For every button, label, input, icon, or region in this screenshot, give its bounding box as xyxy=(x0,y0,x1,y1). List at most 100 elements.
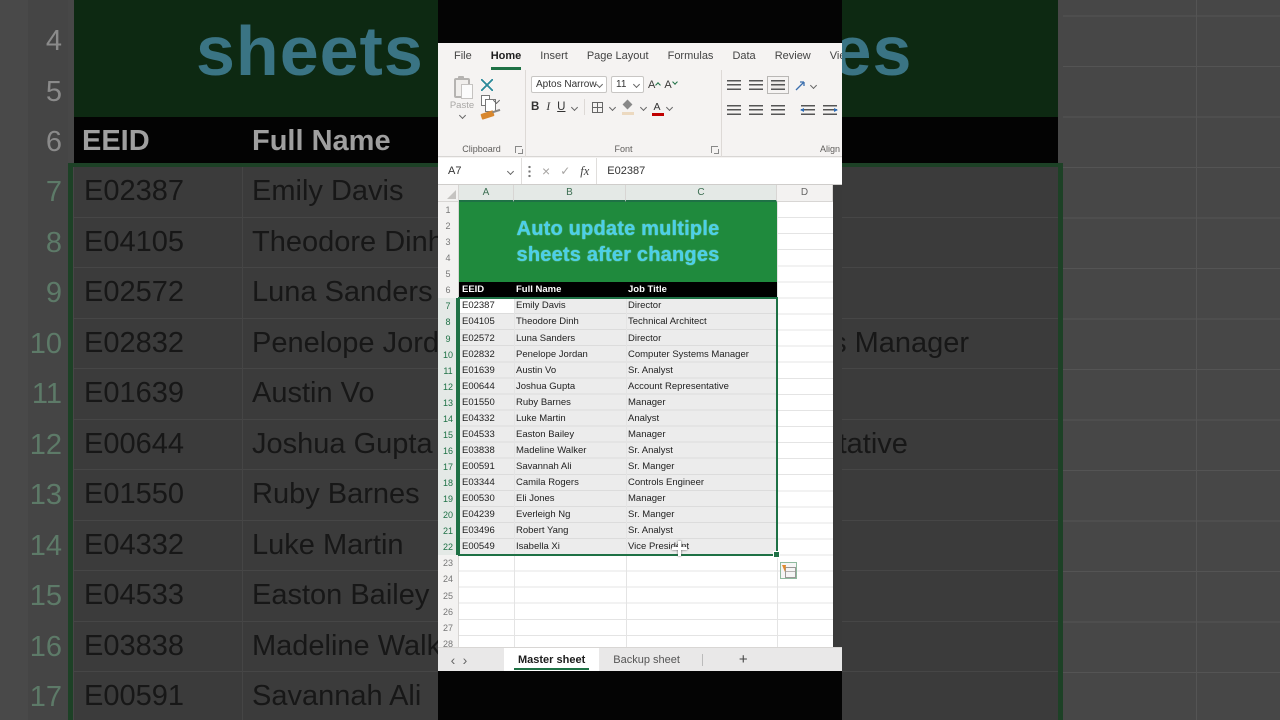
underline-button[interactable]: U xyxy=(557,101,565,113)
font-size-select[interactable]: 11 xyxy=(611,76,644,93)
title-banner-cell[interactable]: Auto update multiple sheets after change… xyxy=(459,202,777,283)
table-row[interactable]: E03496 Robert Yang Sr. Analyst xyxy=(459,523,777,539)
table-header-row[interactable]: EEID Full Name Job Title xyxy=(459,282,777,299)
add-sheet-button[interactable]: + xyxy=(739,651,748,668)
row-number[interactable]: 14 xyxy=(438,410,458,427)
table-row[interactable]: E01639 Austin Vo Sr. Analyst xyxy=(459,363,777,379)
enter-icon[interactable]: ✓ xyxy=(560,164,570,178)
cell-jobtitle[interactable]: Account Representative xyxy=(626,379,777,395)
decrease-indent-button[interactable] xyxy=(800,105,815,115)
column-header-b[interactable]: B xyxy=(514,185,626,202)
row-number[interactable]: 12 xyxy=(438,378,458,395)
cell-eeid[interactable]: E03344 xyxy=(459,475,514,491)
row-number[interactable]: 24 xyxy=(438,571,458,587)
chevron-down-icon[interactable] xyxy=(571,103,579,111)
cut-icon[interactable] xyxy=(481,79,493,91)
column-header-c[interactable]: C xyxy=(626,185,777,202)
row-number[interactable]: 2 xyxy=(438,218,458,234)
format-painter-icon[interactable] xyxy=(480,110,495,120)
name-box[interactable]: A7 xyxy=(438,158,522,184)
cell-fullname[interactable]: Emily Davis xyxy=(514,298,626,314)
row-number[interactable]: 17 xyxy=(438,459,458,476)
row-number[interactable]: 6 xyxy=(438,282,458,298)
insert-function-icon[interactable]: fx xyxy=(580,164,589,179)
orientation-button[interactable] xyxy=(793,79,818,92)
bottom-align-button[interactable] xyxy=(767,76,789,94)
cell-fullname[interactable]: Austin Vo xyxy=(514,363,626,379)
table-row[interactable]: E00530 Eli Jones Manager xyxy=(459,491,777,507)
chevron-down-icon[interactable] xyxy=(609,103,617,111)
chevron-down-icon[interactable] xyxy=(640,103,648,111)
cell-fullname[interactable]: Madeline Walker xyxy=(514,443,626,459)
sheet-tab[interactable]: Backup sheet xyxy=(599,648,694,671)
row-number[interactable]: 7 xyxy=(438,298,458,315)
italic-button[interactable]: I xyxy=(546,101,550,113)
column-header-d[interactable]: D xyxy=(777,185,833,202)
row-number[interactable]: 13 xyxy=(438,394,458,411)
cell-eeid[interactable]: E00644 xyxy=(459,379,514,395)
cell-fullname[interactable]: Luke Martin xyxy=(514,411,626,427)
align-center-button[interactable] xyxy=(749,105,763,115)
row-number[interactable]: 3 xyxy=(438,234,458,250)
cell-fullname[interactable]: Isabella Xi xyxy=(514,539,626,555)
cell-eeid[interactable]: E04105 xyxy=(459,314,514,330)
cell-eeid[interactable]: E01550 xyxy=(459,395,514,411)
ribbon-tab[interactable]: View xyxy=(830,43,842,70)
row-number[interactable]: 28 xyxy=(438,636,458,647)
table-row[interactable]: E00591 Savannah Ali Sr. Manger xyxy=(459,459,777,475)
row-number[interactable]: 4 xyxy=(438,250,458,266)
paste-options-smarttag[interactable] xyxy=(780,562,797,579)
copy-button[interactable] xyxy=(481,95,501,112)
row-number[interactable]: 26 xyxy=(438,604,458,620)
row-number[interactable]: 9 xyxy=(438,330,458,347)
table-row[interactable]: E04533 Easton Bailey Manager xyxy=(459,427,777,443)
cell-jobtitle[interactable]: Sr. Manger xyxy=(626,459,777,475)
row-number[interactable]: 8 xyxy=(438,314,458,331)
cell-jobtitle[interactable]: Sr. Analyst xyxy=(626,363,777,379)
row-number[interactable]: 23 xyxy=(438,555,458,571)
table-row[interactable]: E04332 Luke Martin Analyst xyxy=(459,411,777,427)
cell-fullname[interactable]: Theodore Dinh xyxy=(514,314,626,330)
row-number[interactable]: 25 xyxy=(438,588,458,604)
row-number[interactable]: 1 xyxy=(438,202,458,218)
cell-jobtitle[interactable]: Sr. Analyst xyxy=(626,523,777,539)
table-row[interactable]: E02832 Penelope Jordan Computer Systems … xyxy=(459,347,777,363)
cells-area[interactable]: Auto update multiple sheets after change… xyxy=(458,202,833,647)
ribbon-tab[interactable]: Data xyxy=(732,43,755,70)
cell-jobtitle[interactable]: Sr. Analyst xyxy=(626,443,777,459)
cell-jobtitle[interactable]: Computer Systems Manager xyxy=(626,347,777,363)
table-row[interactable]: E00644 Joshua Gupta Account Representati… xyxy=(459,379,777,395)
row-number[interactable]: 27 xyxy=(438,620,458,636)
cell-jobtitle[interactable]: Manager xyxy=(626,395,777,411)
table-row[interactable]: E02387 Emily Davis Director xyxy=(459,298,777,314)
ribbon-tab[interactable]: Formulas xyxy=(668,43,714,70)
cell-fullname[interactable]: Ruby Barnes xyxy=(514,395,626,411)
cell-jobtitle[interactable]: Vice President xyxy=(626,539,777,555)
ribbon-tab[interactable]: Page Layout xyxy=(587,43,649,70)
top-align-button[interactable] xyxy=(727,80,741,90)
table-row[interactable]: E04105 Theodore Dinh Technical Architect xyxy=(459,314,777,330)
chevron-down-icon[interactable] xyxy=(666,103,674,111)
sheet-tab[interactable]: Master sheet xyxy=(504,648,600,671)
increase-font-size-button[interactable]: A xyxy=(648,79,662,91)
row-number[interactable]: 18 xyxy=(438,475,458,492)
cell-jobtitle[interactable]: Analyst xyxy=(626,411,777,427)
row-number[interactable]: 21 xyxy=(438,523,458,540)
ribbon-tab[interactable]: Review xyxy=(775,43,811,70)
cell-eeid[interactable]: E03838 xyxy=(459,443,514,459)
cell-fullname[interactable]: Eli Jones xyxy=(514,491,626,507)
cell-fullname[interactable]: Luna Sanders xyxy=(514,331,626,347)
font-dialog-launcher-icon[interactable] xyxy=(711,146,719,154)
select-all-corner[interactable] xyxy=(438,185,459,202)
row-number[interactable]: 5 xyxy=(438,266,458,282)
cell-eeid[interactable]: E00591 xyxy=(459,459,514,475)
cell-eeid[interactable]: E01639 xyxy=(459,363,514,379)
cell-fullname[interactable]: Everleigh Ng xyxy=(514,507,626,523)
bold-button[interactable]: B xyxy=(531,101,539,113)
cell-jobtitle[interactable]: Manager xyxy=(626,491,777,507)
row-number[interactable]: 11 xyxy=(438,362,458,379)
row-number[interactable]: 15 xyxy=(438,426,458,443)
table-row[interactable]: E02572 Luna Sanders Director xyxy=(459,331,777,347)
borders-button[interactable] xyxy=(592,101,604,113)
decrease-font-size-button[interactable]: A xyxy=(664,79,678,91)
